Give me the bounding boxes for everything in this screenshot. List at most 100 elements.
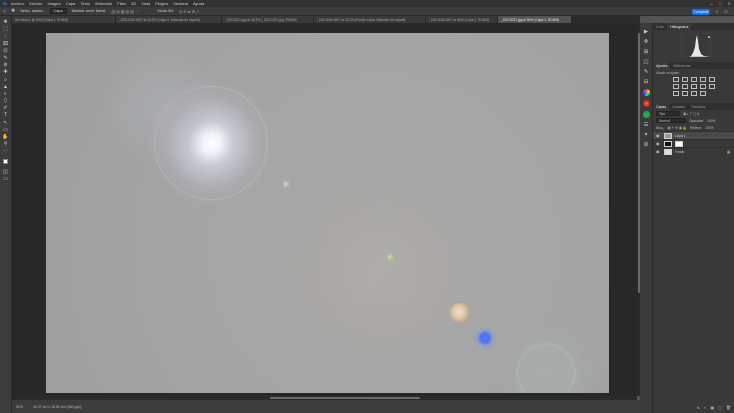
rectangle-tool-icon[interactable]: ▭ <box>2 127 9 133</box>
canvas-area[interactable] <box>12 23 640 396</box>
threshold-adjust-icon[interactable] <box>691 91 697 96</box>
layer-row[interactable]: ◉ <box>653 139 734 147</box>
menu-texto[interactable]: Texto <box>80 1 90 6</box>
tab-capas[interactable]: Capas <box>653 103 670 110</box>
more-tools-icon[interactable]: ⋯ <box>2 149 9 154</box>
menu-capa[interactable]: Capa <box>66 1 76 6</box>
menu-filtro[interactable]: Filtro <box>117 1 126 6</box>
layer-name[interactable]: Capa 1 <box>675 134 686 138</box>
auto-select-dropdown[interactable]: Capa <box>49 8 67 14</box>
hand-tool-icon[interactable]: ✋ <box>2 135 9 140</box>
tab-bibliotecas[interactable]: Bibliotecas <box>670 62 693 69</box>
posterize-adjust-icon[interactable] <box>682 91 688 96</box>
foreground-color-swatch[interactable] <box>3 158 8 164</box>
visibility-eye-icon[interactable]: ◉ <box>656 141 661 146</box>
layer-row[interactable]: ◉ Fondo 🔒 <box>653 147 734 155</box>
brush-settings-icon[interactable]: ✎ <box>643 69 650 75</box>
object-select-tool-icon[interactable]: ⌧ <box>2 41 9 47</box>
doc-tab[interactable]: Sin título-1 @ 50% (Capa 1, RGB/8) <box>12 16 116 23</box>
transform-controls-checkbox[interactable]: Mostrar contr. transf. <box>72 9 107 13</box>
gradient-map-adjust-icon[interactable] <box>700 91 706 96</box>
visibility-eye-icon[interactable]: ◉ <box>656 133 661 138</box>
clone-stamp-tool-icon[interactable]: ⌕ <box>2 77 9 83</box>
layer-filter-icons[interactable]: ▣ ◐ T ▢ ⧉ <box>683 112 699 116</box>
menu-vista[interactable]: Vista <box>141 1 150 6</box>
brush-tool-icon[interactable]: ✚ <box>2 70 9 75</box>
curves-adjust-icon[interactable] <box>691 77 697 82</box>
move-tool-icon[interactable]: ✥ <box>2 20 9 25</box>
doc-tab[interactable]: _DSC0000.NEF al 33,3% (Capa 0, Máscara d… <box>116 16 222 23</box>
warning-icon[interactable]: ▲ <box>707 34 711 39</box>
swatches-icon[interactable]: ◫ <box>643 59 650 65</box>
layer-filter-dropdown[interactable]: Tipo <box>656 111 680 116</box>
menu-ventana[interactable]: Ventana <box>173 1 188 6</box>
menu-archivo[interactable]: Archivo <box>11 1 24 6</box>
eyedropper-tool-icon[interactable]: ✎ <box>2 55 9 61</box>
layer-name[interactable]: Fondo <box>675 150 684 154</box>
marquee-tool-icon[interactable]: ⬚ <box>2 27 9 32</box>
path-select-tool-icon[interactable]: ↖ <box>2 120 9 126</box>
color-dots-icon[interactable] <box>642 100 650 107</box>
document-canvas[interactable] <box>46 33 609 393</box>
photo-filter-adjust-icon[interactable] <box>700 84 706 89</box>
align-icons[interactable]: ▥ ▤ ▦ ▧ ▨ ⋯ <box>111 9 138 14</box>
hue-adjust-icon[interactable] <box>673 84 679 89</box>
tab-canales[interactable]: Canales <box>669 103 688 110</box>
lock-icons[interactable]: ▦ ✎ ✥ ▣ 🔒 <box>667 126 687 130</box>
type-tool-icon[interactable]: T <box>2 113 9 118</box>
bw-adjust-icon[interactable] <box>691 84 697 89</box>
layer-row[interactable]: ◉ Capa 1 <box>653 131 734 139</box>
crop-tool-icon[interactable]: ⊡ <box>2 48 9 54</box>
play-icon[interactable]: ▶ <box>643 29 650 35</box>
screen-mode-icon[interactable]: ▭ <box>2 176 9 182</box>
doc-tab[interactable]: _DSC0004.NEF al 33,3% (Fondo copia, Másc… <box>314 16 426 23</box>
zoom-level[interactable]: 50% <box>16 405 23 409</box>
tab-ajustes[interactable]: Ajustes <box>653 62 671 69</box>
healing-tool-icon[interactable]: ⊘ <box>2 63 9 68</box>
color-wheel-icon[interactable] <box>642 89 650 96</box>
gradient-tool-icon[interactable]: ⬯ <box>2 99 9 104</box>
tab-trazados[interactable]: Trazados <box>688 103 708 110</box>
invert-adjust-icon[interactable] <box>673 91 679 96</box>
zoom-tool-icon[interactable]: ⚲ <box>2 142 9 147</box>
doc-tab[interactable]: _DSC0026.NEF al 50% (Capa 1, RGB/8) <box>426 16 498 23</box>
lasso-tool-icon[interactable]: ◌ <box>2 34 9 39</box>
adjustment-layer-icon[interactable]: ◐ <box>704 405 706 411</box>
opacity-value[interactable]: 100% <box>707 119 715 123</box>
search-icon[interactable]: ⌕ <box>714 9 720 15</box>
home-icon[interactable]: ⌂ <box>3 8 6 14</box>
quick-mask-icon[interactable]: ◫ <box>2 169 9 175</box>
sparkle-icon[interactable]: ✦ <box>643 132 650 138</box>
menu-ayuda[interactable]: Ayuda <box>193 1 204 6</box>
doc-tab-active[interactable]: _DSC0027.jpg al 50% (Capa 1, RGB/8) <box>498 16 572 23</box>
maximize-button[interactable]: □ <box>719 1 721 6</box>
eraser-tool-icon[interactable]: ◐ <box>2 91 9 97</box>
workspace-icon[interactable]: ▭ <box>723 9 729 15</box>
pen-tool-icon[interactable]: ✐ <box>2 106 9 111</box>
horizontal-scroll-thumb[interactable] <box>270 397 420 399</box>
blend-mode-dropdown[interactable]: Normal <box>656 118 686 123</box>
green-tool-icon[interactable] <box>642 111 650 118</box>
settings-icon[interactable]: ⚙ <box>643 142 650 148</box>
channel-mixer-adjust-icon[interactable] <box>709 84 715 89</box>
levels-adjust-icon[interactable] <box>682 77 688 82</box>
list-icon[interactable]: ☰ <box>643 122 650 128</box>
color-balance-adjust-icon[interactable] <box>682 84 688 89</box>
tab-color[interactable]: Color <box>653 23 667 30</box>
brightness-adjust-icon[interactable] <box>673 77 679 82</box>
exposure-adjust-icon[interactable] <box>700 77 706 82</box>
history-brush-tool-icon[interactable]: ▲ <box>2 84 9 90</box>
share-button[interactable]: Compartir <box>692 8 710 15</box>
menu-seleccion[interactable]: Selección <box>95 1 112 6</box>
fx-icon[interactable]: fx <box>697 405 700 411</box>
menu-plugins[interactable]: Plugins <box>155 1 168 6</box>
grid-icon[interactable]: ⊞ <box>643 49 650 55</box>
photoshop-logo[interactable]: Ps <box>2 1 8 6</box>
layer-comps-icon[interactable]: ⊟ <box>643 79 650 85</box>
properties-icon[interactable]: ✜ <box>643 39 650 45</box>
menu-edicion[interactable]: Edición <box>29 1 42 6</box>
minimize-button[interactable]: — <box>709 1 713 6</box>
mask-icon[interactable]: ▣ <box>710 405 714 411</box>
doc-tab[interactable]: _DSC0001.jpg al 33,3% (_DSC0001.jpg, RGB… <box>222 16 314 23</box>
visibility-eye-icon[interactable]: ◉ <box>656 149 661 154</box>
